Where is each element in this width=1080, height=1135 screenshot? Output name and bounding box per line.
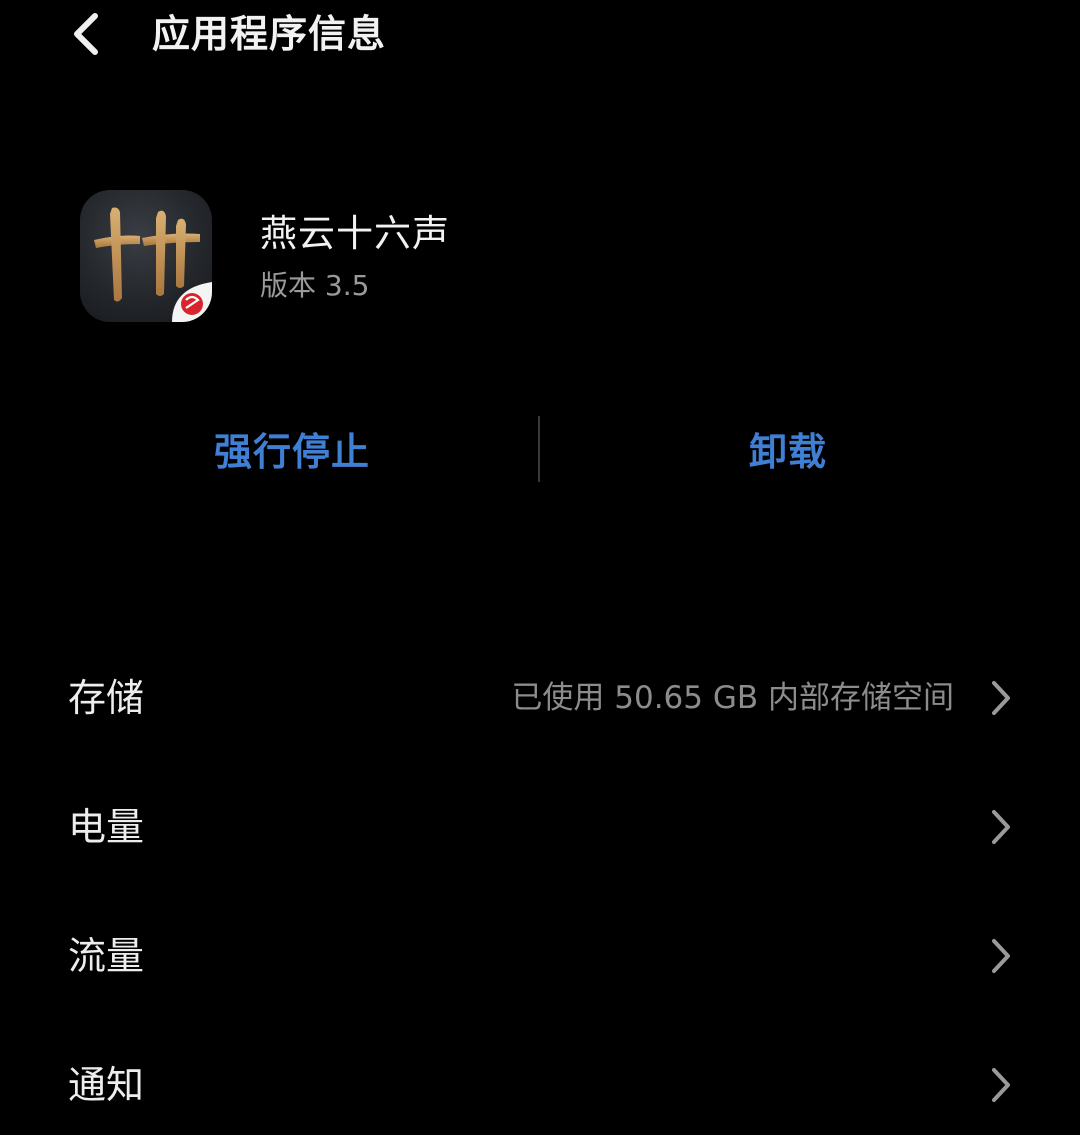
chevron-right-icon bbox=[986, 934, 1016, 978]
force-stop-button[interactable]: 强行停止 bbox=[80, 410, 504, 486]
calligraphy-logo-icon bbox=[94, 207, 212, 322]
app-info-card: 燕云十六声 版本 3.5 bbox=[80, 190, 980, 324]
app-version: 版本 3.5 bbox=[260, 269, 370, 302]
action-divider bbox=[538, 416, 540, 482]
back-button[interactable] bbox=[56, 4, 116, 64]
chevron-right-icon bbox=[986, 1063, 1016, 1107]
row-label: 存储 bbox=[68, 676, 145, 720]
settings-row-battery[interactable]: 电量 bbox=[0, 777, 1080, 877]
action-bar: 强行停止 卸载 bbox=[0, 410, 1080, 486]
chevron-left-icon bbox=[74, 13, 98, 55]
chevron-right-icon bbox=[986, 676, 1016, 720]
app-name: 燕云十六声 bbox=[260, 212, 450, 255]
chevron-right-icon bbox=[986, 805, 1016, 849]
settings-row-notifications[interactable]: 通知 bbox=[0, 1035, 1080, 1135]
top-bar: 应用程序信息 bbox=[0, 0, 1080, 70]
settings-row-data-usage[interactable]: 流量 bbox=[0, 906, 1080, 1006]
row-label: 流量 bbox=[68, 934, 145, 978]
app-icon bbox=[80, 190, 212, 322]
settings-row-storage[interactable]: 存储 已使用 50.65 GB 内部存储空间 bbox=[0, 648, 1080, 748]
row-value: 已使用 50.65 GB 内部存储空间 bbox=[511, 680, 954, 716]
row-label: 通知 bbox=[68, 1063, 145, 1107]
page-title: 应用程序信息 bbox=[152, 12, 387, 56]
uninstall-button[interactable]: 卸载 bbox=[576, 410, 1000, 486]
row-label: 电量 bbox=[68, 805, 145, 849]
